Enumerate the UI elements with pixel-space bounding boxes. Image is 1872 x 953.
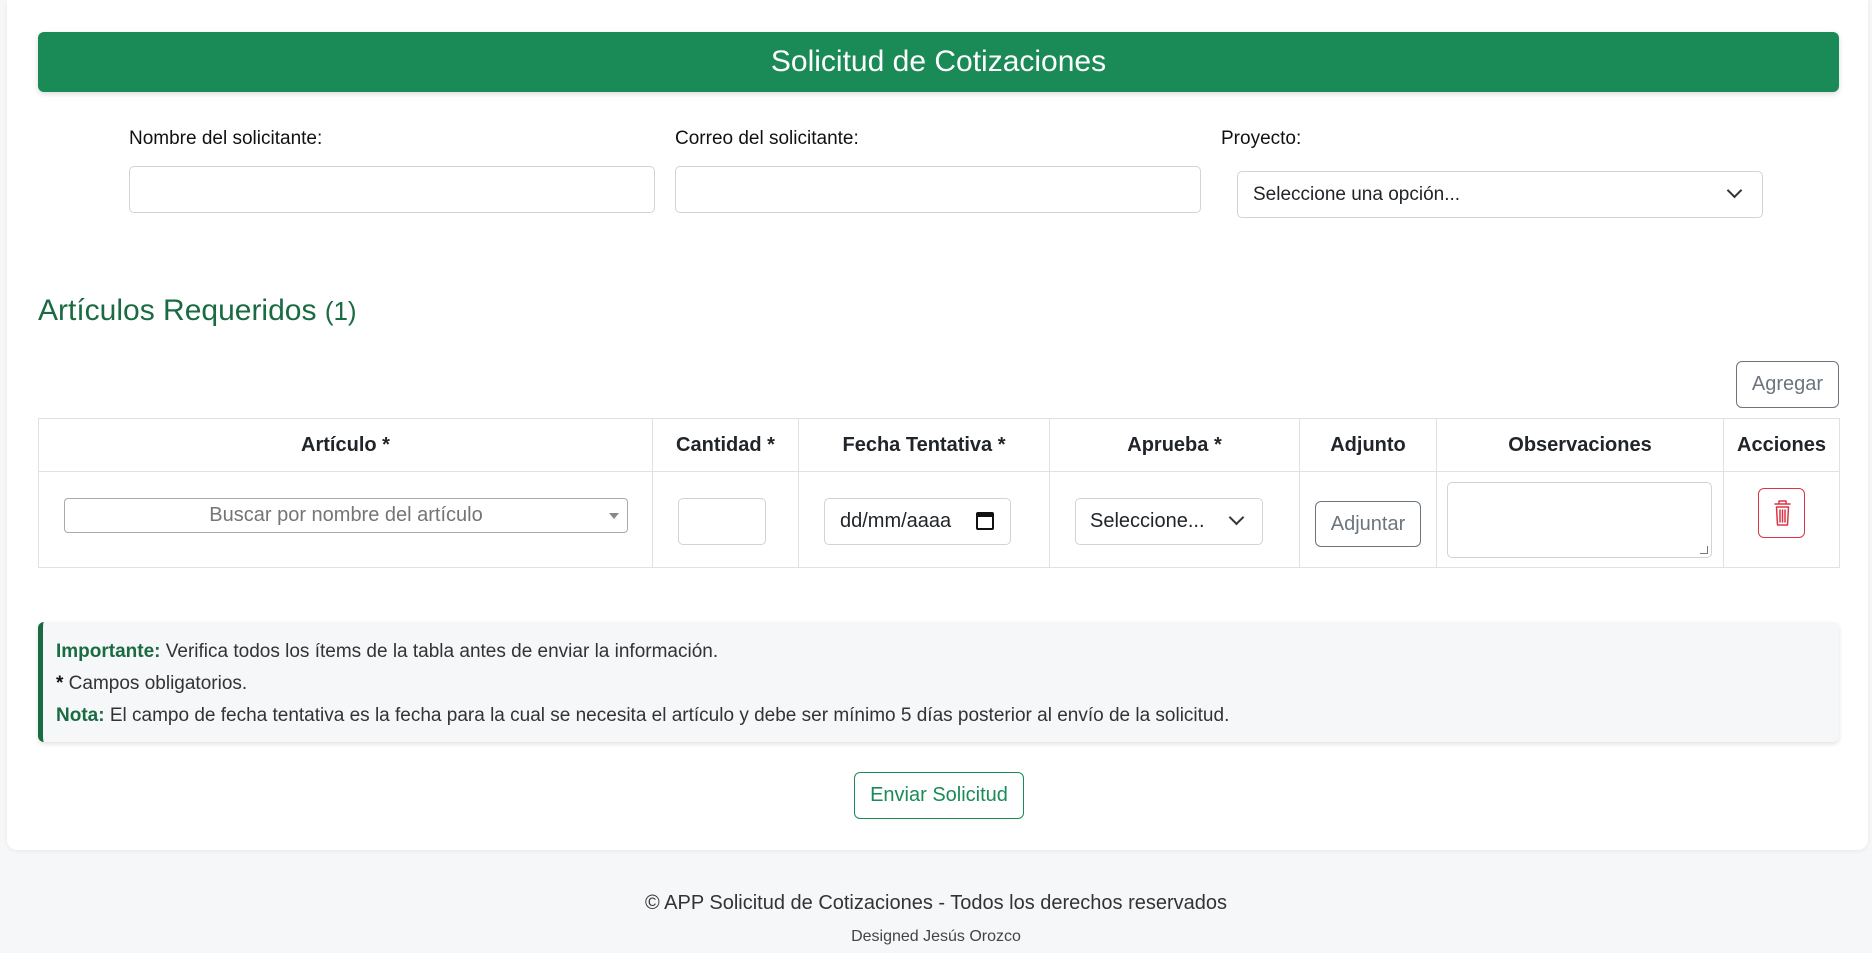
cell-aprueba: Seleccione... (1049, 471, 1300, 568)
required-note: * Campos obligatorios. (56, 673, 248, 694)
project-label: Proyecto: (1221, 128, 1302, 149)
cell-fecha: dd/mm/aaaa (798, 471, 1050, 568)
items-title-text: Artículos Requeridos (38, 294, 317, 327)
cell-observaciones (1436, 471, 1724, 568)
calendar-icon[interactable] (976, 512, 994, 530)
approver-selected-value: Seleccione... (1090, 510, 1205, 532)
email-label: Correo del solicitante: (675, 128, 859, 149)
attach-button[interactable]: Adjuntar (1315, 501, 1421, 547)
items-section-title: Artículos Requeridos (1) (38, 294, 357, 328)
col-acciones: Acciones (1723, 418, 1840, 472)
chevron-down-icon (1726, 182, 1743, 199)
chevron-down-icon (1228, 509, 1245, 526)
page-title: Solicitud de Cotizaciones (38, 32, 1839, 92)
add-item-button[interactable]: Agregar (1736, 361, 1839, 408)
cell-adjunto: Adjuntar (1299, 471, 1437, 568)
project-select[interactable]: Seleccione una opción... (1237, 171, 1763, 218)
name-label: Nombre del solicitante: (129, 128, 323, 149)
project-selected-value: Seleccione una opción... (1253, 184, 1461, 205)
caret-down-icon (609, 513, 619, 519)
submit-button[interactable]: Enviar Solicitud (854, 772, 1024, 819)
name-input[interactable] (129, 166, 655, 213)
footer-designer: Designed Jesús Orozco (851, 928, 1021, 945)
important-note: Importante: Verifica todos los ítems de … (56, 641, 719, 662)
col-fecha: Fecha Tentativa * (798, 418, 1050, 472)
items-count: (1) (324, 296, 357, 326)
approver-select[interactable]: Seleccione... (1075, 498, 1263, 545)
email-input[interactable] (675, 166, 1201, 213)
notes-box: Importante: Verifica todos los ítems de … (38, 622, 1839, 742)
observations-textarea[interactable] (1447, 482, 1712, 558)
col-aprueba: Aprueba * (1049, 418, 1300, 472)
article-search-placeholder: Buscar por nombre del artículo (209, 504, 483, 526)
resize-handle[interactable] (1700, 546, 1708, 554)
delete-row-button[interactable] (1758, 488, 1805, 538)
col-cantidad: Cantidad * (652, 418, 799, 472)
table-row: Buscar por nombre del artículo dd/mm/aaa… (38, 471, 1840, 568)
col-adjunto: Adjunto (1299, 418, 1437, 472)
footer-copyright: © APP Solicitud de Cotizaciones - Todos … (644, 892, 1228, 914)
trash-icon (1774, 500, 1791, 526)
items-table: Artículo * Cantidad * Fecha Tentativa * … (38, 418, 1840, 568)
col-articulo: Artículo * (38, 418, 653, 472)
date-input[interactable]: dd/mm/aaaa (824, 498, 1011, 545)
date-placeholder: dd/mm/aaaa (840, 510, 952, 532)
col-observaciones: Observaciones (1436, 418, 1724, 472)
cell-acciones (1723, 471, 1840, 568)
quantity-input[interactable] (678, 498, 766, 545)
cell-articulo: Buscar por nombre del artículo (38, 471, 653, 568)
article-search-combobox[interactable]: Buscar por nombre del artículo (64, 498, 628, 533)
table-header-row: Artículo * Cantidad * Fecha Tentativa * … (38, 418, 1840, 472)
cell-cantidad (652, 471, 799, 568)
date-note: Nota: El campo de fecha tentativa es la … (56, 705, 1230, 726)
